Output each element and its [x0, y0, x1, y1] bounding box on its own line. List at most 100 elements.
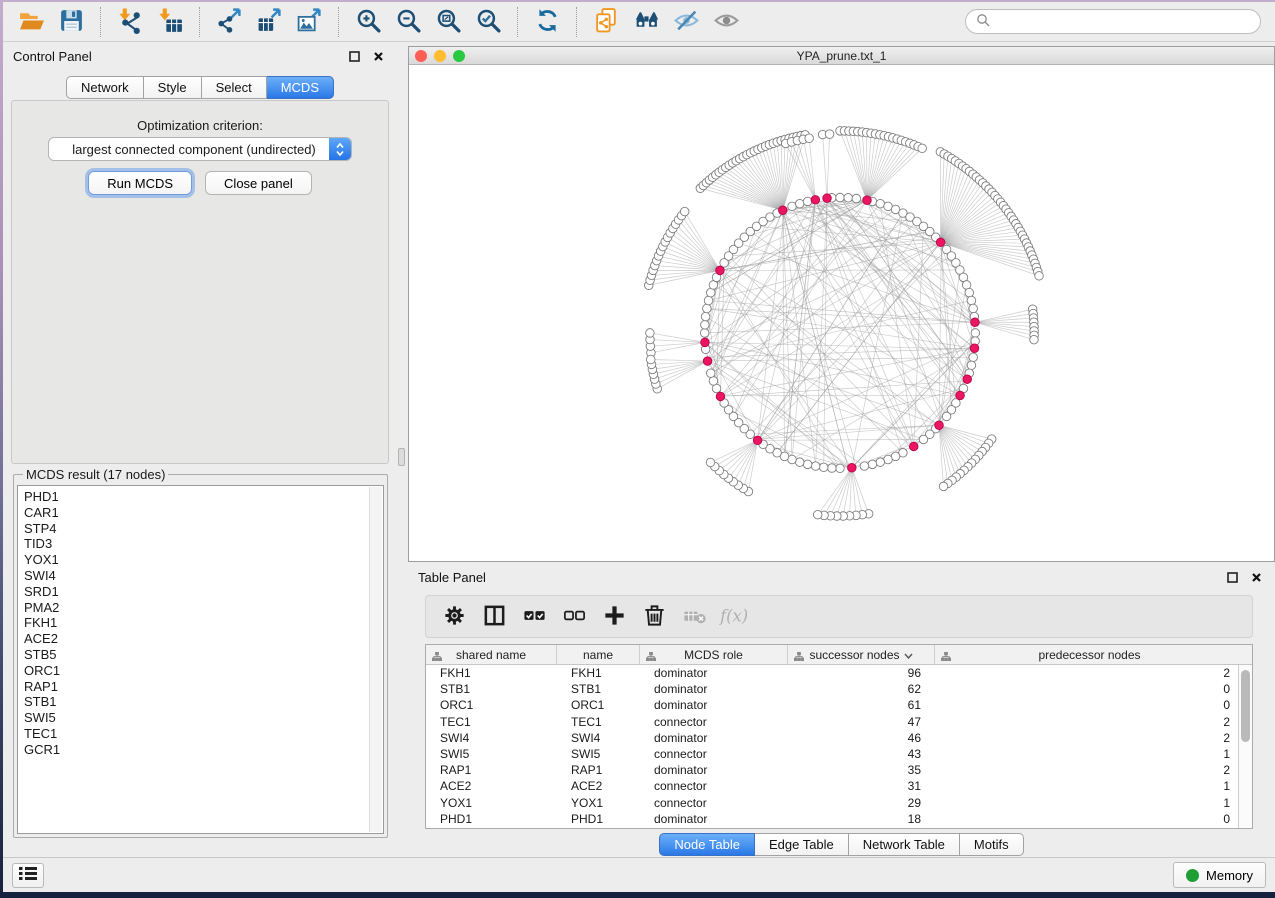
- network-node[interactable]: [969, 304, 978, 313]
- float-panel-icon[interactable]: [345, 47, 363, 65]
- network-node[interactable]: [703, 304, 712, 313]
- table-scrollbar-thumb[interactable]: [1241, 670, 1250, 742]
- table-row[interactable]: STB1STB1dominator620: [426, 681, 1238, 697]
- mcds-result-item[interactable]: SWI4: [24, 568, 369, 584]
- mcds-node[interactable]: [779, 206, 788, 215]
- table-tab-node-table[interactable]: Node Table: [659, 833, 755, 856]
- mcds-result-item[interactable]: PMA2: [24, 600, 369, 616]
- cell-predecessor-nodes[interactable]: 2: [935, 715, 1238, 729]
- panel-splitter[interactable]: [397, 43, 407, 857]
- column-header-MCDS-role[interactable]: MCDS role: [640, 645, 788, 664]
- table-row[interactable]: FKH1FKH1dominator962: [426, 665, 1238, 681]
- table-tab-edge-table[interactable]: Edge Table: [755, 833, 849, 856]
- cell-MCDS-role[interactable]: dominator: [640, 731, 788, 745]
- cell-shared-name[interactable]: SWI4: [426, 731, 557, 745]
- cell-MCDS-role[interactable]: dominator: [640, 698, 788, 712]
- close-panel-button[interactable]: Close panel: [205, 171, 312, 195]
- column-header-predecessor-nodes[interactable]: predecessor nodes: [935, 645, 1244, 664]
- export-image-button[interactable]: [289, 5, 329, 39]
- cell-shared-name[interactable]: SWI5: [426, 747, 557, 761]
- network-node[interactable]: [803, 460, 812, 469]
- cell-MCDS-role[interactable]: connector: [640, 747, 788, 761]
- network-node[interactable]: [860, 462, 869, 471]
- mcds-node[interactable]: [753, 436, 762, 445]
- network-node[interactable]: [709, 377, 718, 386]
- import-network-from-file-button[interactable]: [110, 5, 150, 39]
- cell-successor-nodes[interactable]: 43: [788, 747, 935, 761]
- network-node[interactable]: [700, 329, 709, 338]
- mcds-node[interactable]: [936, 238, 945, 247]
- network-node[interactable]: [876, 199, 885, 208]
- cell-shared-name[interactable]: ACE2: [426, 779, 557, 793]
- first-neighbors-button[interactable]: [626, 5, 666, 39]
- mcds-node[interactable]: [716, 392, 725, 401]
- cell-shared-name[interactable]: PHD1: [426, 812, 557, 826]
- delete-column-button[interactable]: [636, 600, 672, 634]
- network-node[interactable]: [852, 194, 861, 203]
- network-node[interactable]: [967, 296, 976, 305]
- run-mcds-button[interactable]: Run MCDS: [88, 171, 192, 195]
- table-row[interactable]: SWI5SWI5connector431: [426, 746, 1238, 762]
- minimize-window-icon[interactable]: [434, 50, 446, 62]
- mcds-node[interactable]: [970, 344, 979, 353]
- network-node[interactable]: [706, 288, 715, 297]
- cell-MCDS-role[interactable]: dominator: [640, 763, 788, 777]
- table-scrollbar[interactable]: [1238, 665, 1252, 828]
- mcds-result-item[interactable]: ACE2: [24, 631, 369, 647]
- cell-name[interactable]: FKH1: [557, 666, 640, 680]
- cell-successor-nodes[interactable]: 61: [788, 698, 935, 712]
- network-node[interactable]: [701, 312, 710, 321]
- zoom-selected-region-button[interactable]: [468, 5, 508, 39]
- splitter-handle-icon[interactable]: [398, 448, 405, 466]
- network-node[interactable]: [704, 296, 713, 305]
- mcds-node[interactable]: [823, 194, 832, 203]
- open-file-button[interactable]: [11, 5, 51, 39]
- deselect-all-rows-button[interactable]: [556, 600, 592, 634]
- table-row[interactable]: ORC1ORC1dominator610: [426, 697, 1238, 713]
- mcds-node[interactable]: [935, 421, 944, 430]
- show-all-button[interactable]: [706, 5, 746, 39]
- mcds-result-item[interactable]: GCR1: [24, 742, 369, 758]
- apply-preferred-layout-button[interactable]: [527, 5, 567, 39]
- table-row[interactable]: YOX1YOX1connector291: [426, 795, 1238, 811]
- cell-predecessor-nodes[interactable]: 2: [935, 763, 1238, 777]
- network-node[interactable]: [876, 458, 885, 467]
- network-node[interactable]: [805, 134, 814, 143]
- mcds-node[interactable]: [848, 463, 857, 472]
- cell-name[interactable]: ORC1: [557, 698, 640, 712]
- search-box[interactable]: [965, 9, 1261, 34]
- mcds-result-item[interactable]: STB5: [24, 647, 369, 663]
- network-node[interactable]: [819, 463, 828, 472]
- network-node[interactable]: [967, 361, 976, 370]
- cell-MCDS-role[interactable]: dominator: [640, 682, 788, 696]
- cell-name[interactable]: YOX1: [557, 796, 640, 810]
- mcds-result-list[interactable]: PHD1CAR1STP4TID3YOX1SWI4SRD1PMA2FKH1ACE2…: [17, 485, 384, 834]
- network-node[interactable]: [828, 464, 837, 473]
- cell-successor-nodes[interactable]: 29: [788, 796, 935, 810]
- network-node[interactable]: [962, 281, 971, 290]
- cell-shared-name[interactable]: TEC1: [426, 715, 557, 729]
- network-node[interactable]: [836, 193, 845, 202]
- mcds-result-item[interactable]: STP4: [24, 521, 369, 537]
- network-node[interactable]: [971, 329, 980, 338]
- toggle-panel-button[interactable]: [476, 600, 512, 634]
- network-node[interactable]: [706, 369, 715, 378]
- network-node[interactable]: [918, 144, 927, 153]
- network-node[interactable]: [788, 202, 797, 211]
- cell-successor-nodes[interactable]: 96: [788, 666, 935, 680]
- search-input[interactable]: [996, 15, 1250, 29]
- save-session-button[interactable]: [51, 5, 91, 39]
- network-node[interactable]: [969, 353, 978, 362]
- close-table-panel-icon[interactable]: [1247, 568, 1265, 586]
- mcds-result-item[interactable]: TEC1: [24, 726, 369, 742]
- cell-successor-nodes[interactable]: 18: [788, 812, 935, 826]
- mcds-node[interactable]: [863, 196, 872, 205]
- mcds-result-item[interactable]: ORC1: [24, 663, 369, 679]
- network-node[interactable]: [1035, 272, 1044, 281]
- network-node[interactable]: [884, 455, 893, 464]
- table-row[interactable]: TEC1TEC1connector472: [426, 714, 1238, 730]
- network-window-titlebar[interactable]: YPA_prune.txt_1: [409, 47, 1274, 65]
- network-node[interactable]: [795, 199, 804, 208]
- cell-name[interactable]: SWI5: [557, 747, 640, 761]
- memory-button[interactable]: Memory: [1173, 862, 1266, 888]
